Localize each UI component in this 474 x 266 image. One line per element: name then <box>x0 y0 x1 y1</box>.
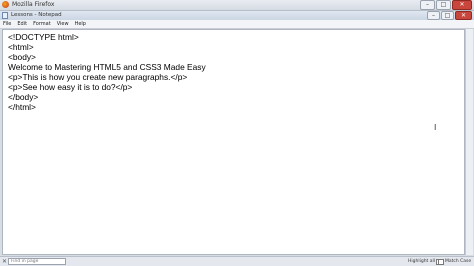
match-case-option[interactable]: Match Case <box>438 258 471 265</box>
highlight-all-option[interactable]: Highlight all <box>408 258 443 265</box>
notepad-maximize-button[interactable]: □ <box>441 11 454 20</box>
notepad-titlebar: Lessons - Notepad – □ ✕ <box>0 11 474 20</box>
code-line: </html> <box>8 102 36 112</box>
notepad-title: Lessons - Notepad <box>11 12 62 18</box>
menu-help[interactable]: Help <box>72 20 89 28</box>
menu-format[interactable]: Format <box>30 20 54 28</box>
code-line: <p>See how easy it is to do?</p> <box>8 82 133 92</box>
menu-view[interactable]: View <box>54 20 72 28</box>
code-line: <p>This is how you create new paragraphs… <box>8 72 188 82</box>
notepad-close-button[interactable]: ✕ <box>455 11 472 20</box>
code-line: <!DOCTYPE html> <box>8 32 79 42</box>
find-close-icon[interactable]: ✕ <box>2 258 7 265</box>
match-case-label: Match Case <box>445 259 472 264</box>
find-bar: ✕ Highlight all Match Case <box>0 256 474 266</box>
maximize-button[interactable]: □ <box>436 0 451 10</box>
browser-title: Mozilla Firefox <box>12 1 55 8</box>
browser-window-controls: – □ ✕ <box>420 0 472 10</box>
menu-bar: File Edit Format View Help <box>0 20 474 29</box>
code-line: <html> <box>8 42 34 52</box>
vertical-scrollbar[interactable] <box>465 29 473 255</box>
highlight-all-label: Highlight all <box>408 259 436 264</box>
code-line: Welcome to Mastering HTML5 and CSS3 Made… <box>8 62 206 72</box>
match-case-checkbox[interactable] <box>438 258 444 265</box>
minimize-button[interactable]: – <box>420 0 435 10</box>
firefox-icon <box>2 1 9 8</box>
notepad-icon <box>2 12 8 19</box>
code-line: <body> <box>8 52 36 62</box>
find-input[interactable] <box>8 258 66 265</box>
code-line: </body> <box>8 92 39 102</box>
notepad-minimize-button[interactable]: – <box>427 11 440 20</box>
text-editor-area[interactable]: <!DOCTYPE html> <html> <body> Welcome to… <box>2 29 465 255</box>
text-cursor-icon: I <box>434 123 437 132</box>
notepad-window-controls: – □ ✕ <box>427 11 472 20</box>
browser-titlebar: Mozilla Firefox – □ ✕ <box>0 0 474 11</box>
close-button[interactable]: ✕ <box>452 0 472 10</box>
editor-content: <!DOCTYPE html> <html> <body> Welcome to… <box>8 32 206 112</box>
menu-edit[interactable]: Edit <box>14 20 30 28</box>
menu-file[interactable]: File <box>0 20 14 28</box>
